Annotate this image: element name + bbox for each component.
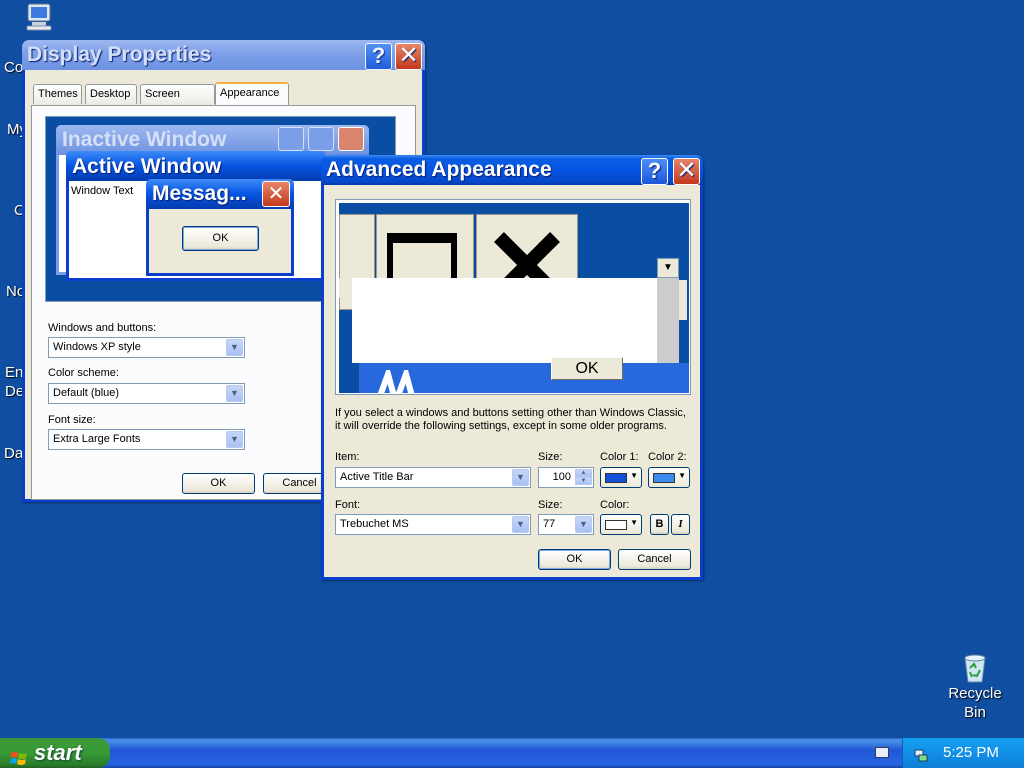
font-size-select[interactable]: 77 ▼ xyxy=(538,514,594,535)
color1-swatch xyxy=(605,473,627,483)
spin-arrows-icon[interactable]: ▲ ▼ xyxy=(575,469,592,486)
info-text-line-1: If you select a windows and buttons sett… xyxy=(335,407,686,419)
desktop-icon-label-1[interactable]: Co xyxy=(4,59,23,76)
chevron-down-icon[interactable]: ▼ xyxy=(226,385,243,402)
windows-buttons-label: Windows and buttons: xyxy=(48,322,157,334)
windows-logo-icon xyxy=(10,745,28,765)
tab-screen-saver[interactable]: Screen Saver xyxy=(140,84,215,118)
chevron-down-icon: ▼ xyxy=(630,518,638,527)
chevron-down-icon[interactable]: ▼ xyxy=(512,516,529,533)
preview-window-text: Window Text xyxy=(71,185,134,197)
item-size-spinner[interactable]: 100 ▲ ▼ xyxy=(538,467,594,488)
recycle-bin-label-2: Bin xyxy=(964,704,986,721)
advanced-appearance-title: Advanced Appearance xyxy=(326,158,552,181)
start-label: start xyxy=(34,740,82,765)
item-select[interactable]: Active Title Bar ▼ xyxy=(335,467,531,488)
tab-themes[interactable]: Themes xyxy=(33,84,82,104)
recycle-bin-label-1: Recycle xyxy=(948,685,1002,702)
color2-picker[interactable]: ▼ xyxy=(648,467,690,488)
info-text-line-2: it will override the following settings,… xyxy=(335,420,667,432)
chevron-down-icon[interactable]: ▼ xyxy=(512,469,529,486)
font-color-swatch xyxy=(605,520,627,530)
system-tray: 5:25 PM xyxy=(902,738,1024,768)
color2-label: Color 2: xyxy=(648,451,687,463)
clock[interactable]: 5:25 PM xyxy=(943,738,999,768)
font-size-label: Font size: xyxy=(48,414,96,426)
chevron-down-icon[interactable]: ▼ xyxy=(226,339,243,356)
font-size-value: Extra Large Fonts xyxy=(53,433,141,445)
font-label: Font: xyxy=(335,499,361,511)
preview-active-title: Active Window xyxy=(72,155,222,178)
chevron-down-icon[interactable]: ▼ xyxy=(575,516,592,533)
desktop-icon-label-7[interactable]: Da xyxy=(4,445,23,462)
font-value: Trebuchet MS xyxy=(340,518,409,530)
tab-desktop[interactable]: Desktop xyxy=(85,84,137,104)
font-size-label: Size: xyxy=(538,499,563,511)
network-icon[interactable] xyxy=(913,744,929,762)
font-select[interactable]: Trebuchet MS ▼ xyxy=(335,514,531,535)
preview-ok-button: OK xyxy=(182,226,259,251)
taskbar: start 5:25 PM xyxy=(0,738,1024,768)
close-button[interactable]: ✕ xyxy=(395,43,422,70)
close-icon: ✕ xyxy=(676,157,697,184)
color-scheme-select[interactable]: Default (blue) ▼ xyxy=(48,383,245,404)
display-properties-titlebar[interactable]: Display Properties ? ✕ xyxy=(22,40,425,70)
color1-picker[interactable]: ▼ xyxy=(600,467,642,488)
advanced-appearance-titlebar[interactable]: Advanced Appearance ? ✕ xyxy=(321,155,703,185)
font-size-select[interactable]: Extra Large Fonts ▼ xyxy=(48,429,245,450)
preview-inactive-title: Inactive Window xyxy=(62,128,227,151)
advanced-appearance-window: Advanced Appearance ? ✕ ▼ OK If you sele… xyxy=(321,155,703,580)
recycle-bin-icon xyxy=(964,654,986,683)
windows-buttons-value: Windows XP style xyxy=(53,341,141,353)
close-icon: ✕ xyxy=(398,42,419,69)
ok-button[interactable]: OK xyxy=(538,549,611,570)
italic-toggle[interactable]: I xyxy=(671,514,690,535)
color2-swatch xyxy=(653,473,675,483)
cancel-button[interactable]: Cancel xyxy=(618,549,691,570)
keyboard-icon[interactable] xyxy=(875,747,889,758)
recycle-bin[interactable]: Recycle Bin xyxy=(942,650,1008,722)
ok-button[interactable]: OK xyxy=(182,473,255,494)
item-label: Item: xyxy=(335,451,360,463)
font-color-label: Color: xyxy=(600,499,630,511)
advanced-preview: ▼ OK xyxy=(335,199,691,395)
preview-ok-button: OK xyxy=(551,357,623,380)
item-size-value: 100 xyxy=(552,471,571,483)
chevron-down-icon[interactable]: ▼ xyxy=(226,431,243,448)
help-button[interactable]: ? xyxy=(641,158,668,185)
font-size-value[interactable]: 77 xyxy=(543,518,555,530)
bold-toggle[interactable]: B xyxy=(650,514,669,535)
font-color-picker[interactable]: ▼ xyxy=(600,514,642,535)
item-value: Active Title Bar xyxy=(340,471,414,483)
close-button[interactable]: ✕ xyxy=(673,158,700,185)
display-properties-title: Display Properties xyxy=(27,43,212,66)
windows-buttons-select[interactable]: Windows XP style ▼ xyxy=(48,337,245,358)
color-scheme-value: Default (blue) xyxy=(53,387,120,399)
color1-label: Color 1: xyxy=(600,451,639,463)
help-button[interactable]: ? xyxy=(365,43,392,70)
color-scheme-label: Color scheme: xyxy=(48,367,119,379)
my-computer-icon[interactable] xyxy=(22,2,56,32)
chevron-down-icon: ▼ xyxy=(678,471,686,480)
tab-appearance[interactable]: Appearance xyxy=(215,82,289,105)
item-size-label: Size: xyxy=(538,451,563,463)
chevron-down-icon: ▼ xyxy=(630,471,638,480)
desktop-icon-label-5[interactable]: En xyxy=(5,364,23,381)
preview-message-title: Messag... xyxy=(152,182,247,205)
preview-message-box: Messag... ✕ OK xyxy=(146,179,294,276)
start-button[interactable]: start xyxy=(0,738,110,768)
preview-close-icon: ✕ xyxy=(262,181,290,207)
